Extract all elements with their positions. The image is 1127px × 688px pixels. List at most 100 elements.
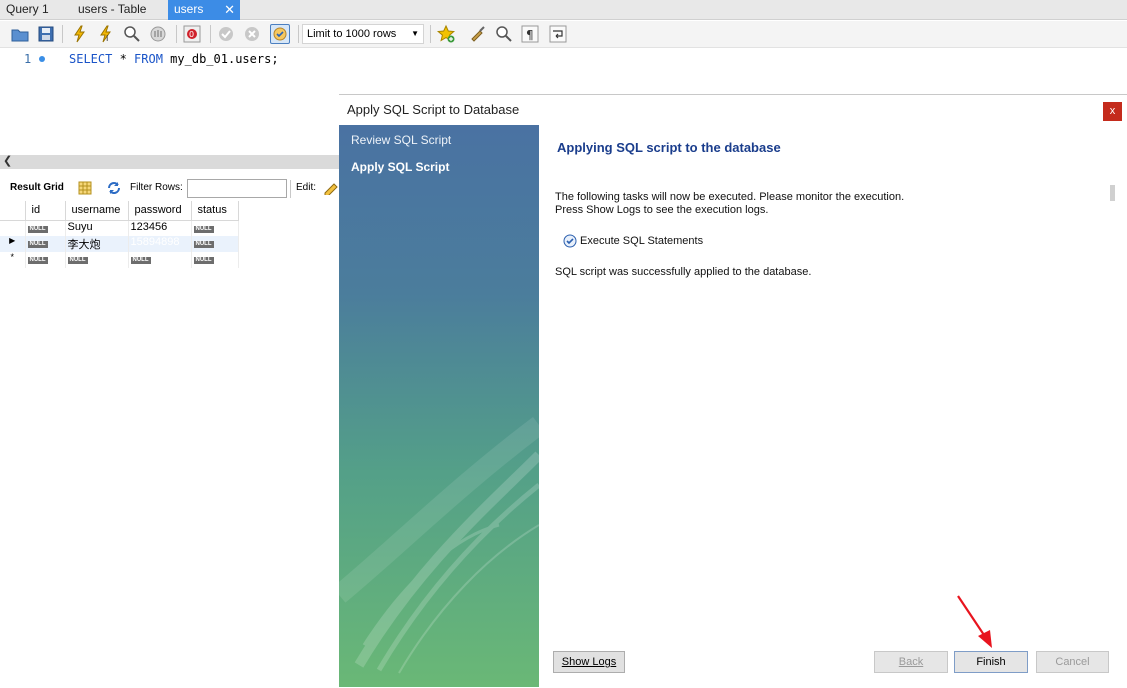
row-header-corner: [0, 201, 26, 221]
wizard-content: Applying SQL script to the database The …: [555, 125, 1115, 645]
table-row[interactable]: NULL Suyu 123456 NULL: [0, 220, 239, 236]
cancel-button[interactable]: Cancel: [1036, 651, 1109, 673]
edit-pencil-icon[interactable]: [323, 181, 339, 198]
new-row-marker: *: [0, 252, 26, 268]
null-badge: NULL: [193, 241, 214, 248]
tab-label: Query 1: [6, 2, 49, 16]
limit-rows-label: Limit to 1000 rows: [307, 28, 397, 40]
description-line-2: Press Show Logs to see the execution log…: [555, 204, 769, 216]
result-grid[interactable]: id username password status NULL Suyu 12…: [0, 201, 340, 268]
invisible-chars-pilcrow-icon[interactable]: ¶: [520, 24, 540, 44]
svg-text:I: I: [106, 34, 108, 43]
scroll-left-icon[interactable]: ❮: [3, 154, 12, 167]
svg-text:¶: ¶: [526, 28, 534, 42]
column-header-status[interactable]: status: [191, 201, 239, 221]
column-header-username[interactable]: username: [65, 201, 129, 221]
task-label: Execute SQL Statements: [580, 235, 704, 247]
explain-magnifier-icon[interactable]: [122, 24, 142, 44]
null-badge: NULL: [193, 257, 214, 264]
show-logs-button[interactable]: Show Logs: [553, 651, 625, 673]
open-folder-icon[interactable]: [10, 24, 30, 44]
null-badge: NULL: [27, 225, 48, 233]
annotation-arrow-icon: [957, 595, 992, 648]
add-snippet-star-icon[interactable]: [436, 24, 456, 44]
task-done-check-icon: [563, 234, 577, 248]
back-button[interactable]: Back: [874, 651, 948, 673]
filter-rows-input[interactable]: [187, 179, 287, 198]
wizard-step-sidebar: Review SQL Script Apply SQL Script: [339, 125, 539, 687]
filter-rows-label: Filter Rows:: [130, 182, 183, 193]
toolbar-separator: [62, 25, 63, 43]
autocommit-toggle-icon[interactable]: [270, 24, 290, 44]
toolbar-separator: [210, 25, 211, 43]
editor-horizontal-scrollbar[interactable]: ❮: [0, 155, 340, 169]
tab-label: users: [174, 2, 204, 16]
result-grid-tab[interactable]: Result Grid: [10, 182, 64, 193]
table-cell[interactable]: NULL: [191, 252, 239, 268]
stop-hand-icon[interactable]: [148, 24, 168, 44]
sql-code-line[interactable]: SELECT * FROM my_db_01.users;: [69, 52, 279, 66]
button-label: Show Logs: [561, 656, 617, 668]
dropdown-arrow-icon: ▼: [411, 29, 419, 38]
description-line-1: The following tasks will now be executed…: [555, 191, 905, 203]
button-label: Finish: [976, 656, 1006, 668]
toolbar-separator: [290, 180, 291, 198]
table-cell[interactable]: NULL: [65, 252, 129, 268]
content-scrollbar[interactable]: [1110, 185, 1115, 201]
execute-lightning-icon[interactable]: [70, 24, 90, 44]
button-label: Back: [898, 656, 924, 668]
rollback-icon[interactable]: [242, 24, 262, 44]
save-icon[interactable]: [36, 24, 56, 44]
commit-icon[interactable]: [216, 24, 236, 44]
table-cell[interactable]: NULL: [25, 236, 66, 252]
grid-view-icon[interactable]: [78, 181, 92, 198]
table-cell[interactable]: 李大炮: [65, 236, 129, 252]
toolbar-separator: [176, 25, 177, 43]
toolbar-separator: [298, 25, 299, 43]
table-cell[interactable]: NULL: [25, 220, 66, 236]
table-cell[interactable]: 123456: [128, 220, 192, 236]
editor-toolbar: I 0 Limit to 1000 rows ▼ ¶: [0, 21, 1127, 48]
row-pointer-icon[interactable]: ▶: [0, 236, 26, 252]
table-cell[interactable]: NULL: [191, 236, 239, 252]
sql-keyword: FROM: [134, 52, 163, 66]
tab-users[interactable]: users ✕: [168, 0, 240, 20]
dialog-title: Apply SQL Script to Database: [347, 102, 520, 117]
line-number: 1: [24, 52, 32, 66]
beautify-broom-icon[interactable]: [468, 24, 488, 44]
refresh-icon[interactable]: [106, 181, 122, 198]
table-header-row: id username password status: [0, 201, 239, 221]
decorative-light-streaks: [339, 417, 539, 674]
statement-marker-icon: [39, 56, 45, 62]
find-magnifier-icon[interactable]: [494, 24, 514, 44]
row-header[interactable]: [0, 220, 26, 236]
column-header-id[interactable]: id: [25, 201, 66, 221]
table-cell[interactable]: Suyu: [65, 220, 129, 236]
table-row[interactable]: ▶ NULL 李大炮 15894898 NULL: [0, 236, 239, 252]
table-cell[interactable]: NULL: [25, 252, 66, 268]
limit-rows-select[interactable]: Limit to 1000 rows ▼: [302, 24, 424, 44]
column-header-password[interactable]: password: [128, 201, 192, 221]
result-message: SQL script was successfully applied to t…: [555, 266, 812, 278]
finish-button[interactable]: Finish: [954, 651, 1028, 673]
table-cell-selected[interactable]: 15894898: [128, 236, 192, 252]
tab-query-1[interactable]: Query 1: [0, 0, 70, 20]
close-tab-icon[interactable]: ✕: [224, 0, 235, 19]
svg-text:0: 0: [189, 30, 194, 39]
execute-current-icon[interactable]: I: [96, 24, 116, 44]
table-row-new[interactable]: * NULL NULL NULL NULL: [0, 252, 239, 268]
page-heading: Applying SQL script to the database: [557, 140, 781, 155]
close-dialog-icon[interactable]: x: [1103, 102, 1122, 121]
wrap-lines-icon[interactable]: [548, 24, 568, 44]
step-apply-sql-script: Apply SQL Script: [351, 160, 450, 174]
result-table: id username password status NULL Suyu 12…: [0, 201, 239, 268]
table-cell[interactable]: NULL: [128, 252, 192, 268]
tab-bar: Query 1 users - Table users ✕: [0, 0, 1127, 20]
null-badge: NULL: [193, 225, 214, 233]
null-badge: NULL: [130, 257, 151, 264]
result-toolbar: Result Grid Filter Rows: Edit:: [0, 178, 340, 200]
table-cell[interactable]: NULL: [191, 220, 239, 236]
tab-users-table[interactable]: users - Table: [72, 0, 168, 20]
stop-on-error-icon[interactable]: 0: [182, 24, 202, 44]
toolbar-separator: [430, 25, 431, 43]
